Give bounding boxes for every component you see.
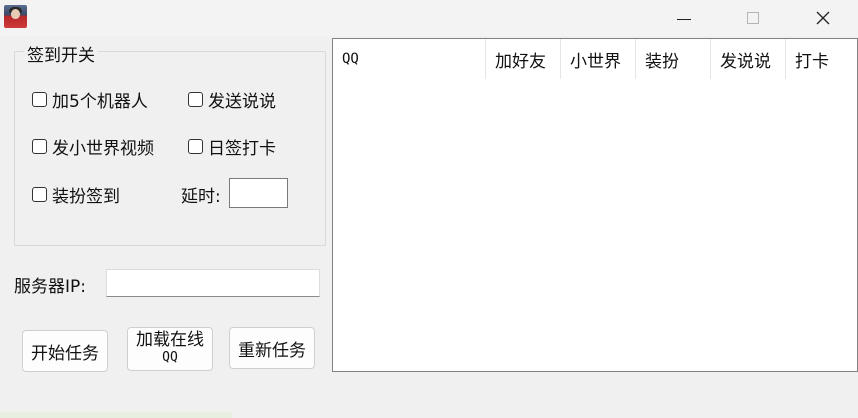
column-header-post-shuoshuo[interactable]: 发说说	[711, 39, 786, 79]
load-online-qq-line2: QQ	[162, 350, 178, 365]
list-header: QQ 加好友 小世界 装扮 发说说 打卡	[333, 39, 857, 79]
close-icon	[816, 11, 830, 25]
title-bar	[0, 0, 858, 36]
maximize-icon	[747, 12, 759, 24]
column-header-checkin[interactable]: 打卡	[786, 39, 857, 79]
checkbox-box[interactable]	[32, 187, 47, 202]
load-online-qq-button[interactable]: 加载在线 QQ	[127, 327, 213, 371]
checkbox-label: 发小世界视频	[52, 139, 154, 159]
checkbox-box[interactable]	[188, 139, 203, 154]
delay-input[interactable]	[229, 178, 288, 208]
checkbox-small-world-video[interactable]: 发小世界视频	[32, 134, 154, 159]
checkbox-box[interactable]	[32, 92, 47, 107]
checkbox-label: 日签打卡	[208, 139, 276, 159]
checkbox-add-robots[interactable]: 加5个机器人	[32, 87, 148, 112]
checkbox-post-shuoshuo[interactable]: 发送说说	[188, 87, 276, 112]
checkbox-box[interactable]	[32, 139, 47, 154]
server-ip-input[interactable]	[106, 269, 320, 297]
delay-label: 延时:	[181, 187, 221, 207]
server-ip-label: 服务器IP:	[14, 277, 86, 297]
checkbox-dressup-checkin[interactable]: 装扮签到	[32, 182, 120, 207]
load-online-qq-line1: 加载在线	[136, 330, 204, 350]
start-task-button[interactable]: 开始任务	[22, 330, 108, 372]
column-header-add-friend[interactable]: 加好友	[486, 39, 561, 79]
checkbox-daily-checkin[interactable]: 日签打卡	[188, 134, 276, 159]
app-avatar-icon	[4, 5, 27, 28]
maximize-button[interactable]	[730, 0, 776, 36]
column-header-dressup[interactable]: 装扮	[636, 39, 711, 79]
account-list-view[interactable]: QQ 加好友 小世界 装扮 发说说 打卡	[332, 38, 858, 372]
restart-task-button[interactable]: 重新任务	[229, 327, 315, 369]
minimize-icon	[677, 18, 691, 20]
column-header-qq[interactable]: QQ	[333, 39, 486, 79]
checkbox-label: 加5个机器人	[52, 92, 148, 112]
close-button[interactable]	[800, 0, 846, 36]
checkin-group-title: 签到开关	[24, 41, 98, 66]
checkbox-box[interactable]	[188, 92, 203, 107]
minimize-button[interactable]	[661, 0, 707, 36]
column-header-small-world[interactable]: 小世界	[561, 39, 636, 79]
bottom-edge	[0, 412, 232, 418]
checkbox-label: 发送说说	[208, 92, 276, 112]
checkbox-label: 装扮签到	[52, 187, 120, 207]
